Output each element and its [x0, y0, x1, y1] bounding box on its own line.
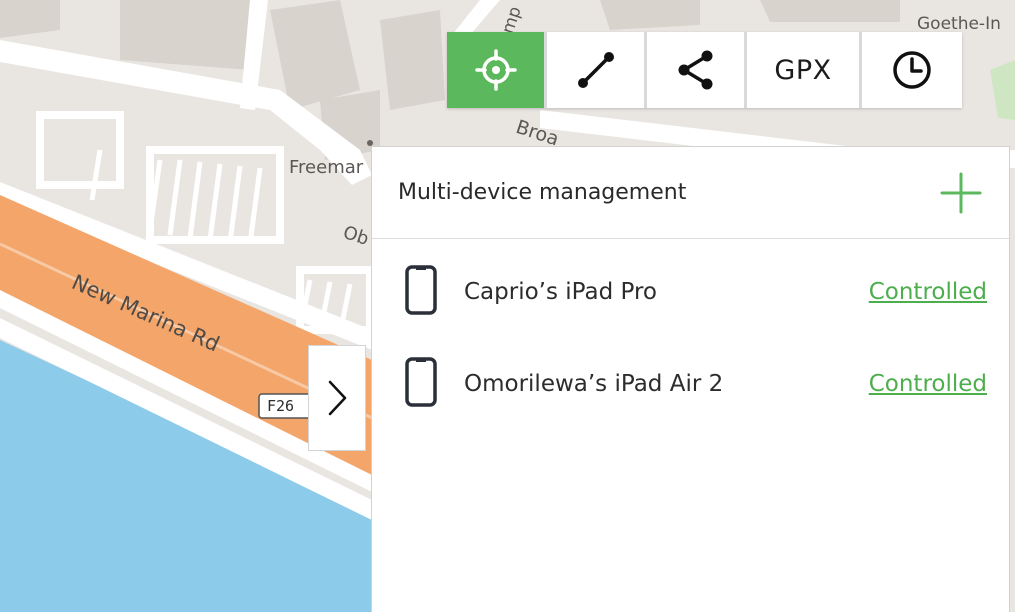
add-device-button[interactable]: [939, 171, 983, 215]
device-status-link[interactable]: Controlled: [869, 279, 987, 305]
tablet-icon: [405, 265, 437, 315]
device-name: Caprio’s iPad Pro: [464, 279, 657, 305]
history-button[interactable]: [862, 32, 962, 108]
multi-device-panel: Multi-device management Caprio’s iPad Pr…: [371, 146, 1010, 612]
device-name: Omorilewa’s iPad Air 2: [464, 371, 724, 397]
clock-icon: [893, 51, 931, 89]
crosshair-icon: [474, 49, 517, 91]
tablet-icon: [405, 357, 437, 407]
gpx-label: GPX: [774, 54, 832, 86]
device-status-link[interactable]: Controlled: [869, 371, 987, 397]
panel-title: Multi-device management: [398, 180, 687, 205]
route-button[interactable]: [547, 32, 644, 108]
share-button[interactable]: [647, 32, 744, 108]
map-toolbar: GPX: [447, 32, 962, 108]
gpx-button[interactable]: GPX: [747, 32, 859, 108]
collapse-panel-button[interactable]: [308, 345, 366, 451]
chevron-right-icon: [328, 380, 347, 416]
device-row[interactable]: Caprio’s iPad Pro Controlled: [372, 262, 1009, 322]
plus-icon: [940, 172, 982, 213]
route-icon: [577, 52, 614, 88]
locate-button[interactable]: [447, 32, 544, 108]
route-shield-label: F26: [267, 397, 295, 415]
panel-header: Multi-device management: [372, 147, 1009, 239]
map-label-freeman: Freemar: [289, 157, 364, 178]
device-row[interactable]: Omorilewa’s iPad Air 2 Controlled: [372, 354, 1009, 414]
map-label-goethe: Goethe-In: [917, 14, 1001, 34]
share-icon: [678, 50, 712, 90]
